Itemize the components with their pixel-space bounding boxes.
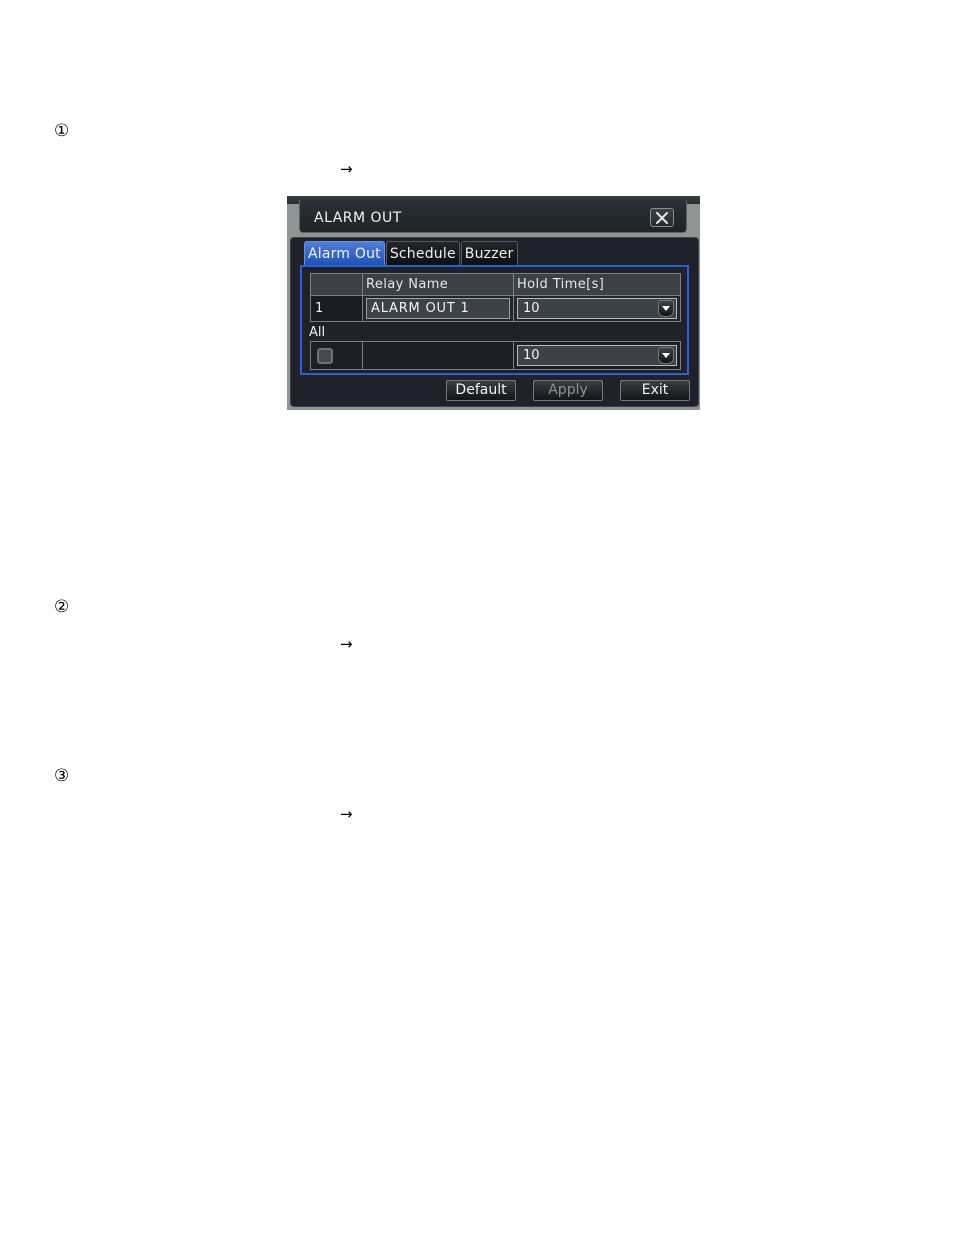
hold-time-value: 10 <box>523 301 540 316</box>
all-hold-time-select[interactable]: 10 <box>517 345 677 366</box>
dropdown-caret-icon <box>658 300 674 317</box>
step-1-arrow-icon: → <box>340 160 353 178</box>
apply-button[interactable]: Apply <box>533 380 603 401</box>
step-1-marker: ① <box>54 121 70 141</box>
all-row: 10 <box>310 341 681 370</box>
all-empty-cell <box>362 341 514 370</box>
tab-alarm-out[interactable]: Alarm Out <box>304 241 385 266</box>
dialog-titlebar: ALARM OUT <box>299 200 687 233</box>
dropdown-caret-icon <box>658 347 674 364</box>
step-2-arrow-icon: → <box>340 635 353 653</box>
all-label: All <box>309 325 326 340</box>
close-icon <box>656 211 668 224</box>
all-hold-time-cell: 10 <box>513 341 681 370</box>
all-hold-time-value: 10 <box>523 348 540 363</box>
column-header-index <box>310 273 363 296</box>
alarm-out-panel: Relay Name Hold Time[s] 1 ALARM OUT 1 10 <box>300 265 689 375</box>
relay-name-input[interactable]: ALARM OUT 1 <box>366 298 510 319</box>
all-checkbox[interactable] <box>317 347 333 364</box>
step-3-arrow-icon: → <box>340 805 353 823</box>
exit-button[interactable]: Exit <box>620 380 690 401</box>
hold-time-select[interactable]: 10 <box>517 298 677 319</box>
relay-table: Relay Name Hold Time[s] 1 ALARM OUT 1 10 <box>310 273 681 322</box>
dialog-body: Alarm Out Schedule Buzzer Relay Name Hol… <box>290 237 699 407</box>
step-3-marker: ③ <box>54 766 70 786</box>
table-row: 1 ALARM OUT 1 10 <box>310 295 681 322</box>
all-settings-table: 10 <box>310 341 681 370</box>
table-header-row: Relay Name Hold Time[s] <box>310 273 681 296</box>
tab-bar: Alarm Out Schedule Buzzer <box>304 241 519 266</box>
column-header-relay-name: Relay Name <box>362 273 514 296</box>
default-button[interactable]: Default <box>446 380 516 401</box>
row-index: 1 <box>310 295 363 322</box>
all-checkbox-cell <box>310 341 363 370</box>
dialog-title: ALARM OUT <box>314 210 402 226</box>
tab-buzzer[interactable]: Buzzer <box>460 241 518 266</box>
column-header-hold-time: Hold Time[s] <box>513 273 681 296</box>
relay-name-cell: ALARM OUT 1 <box>362 295 514 322</box>
tab-schedule[interactable]: Schedule <box>385 241 460 266</box>
close-button[interactable] <box>650 208 674 227</box>
alarm-out-dialog: ALARM OUT Alarm Out Schedule Buzzer Rela… <box>287 196 700 410</box>
hold-time-cell: 10 <box>513 295 681 322</box>
step-2-marker: ② <box>54 597 70 617</box>
